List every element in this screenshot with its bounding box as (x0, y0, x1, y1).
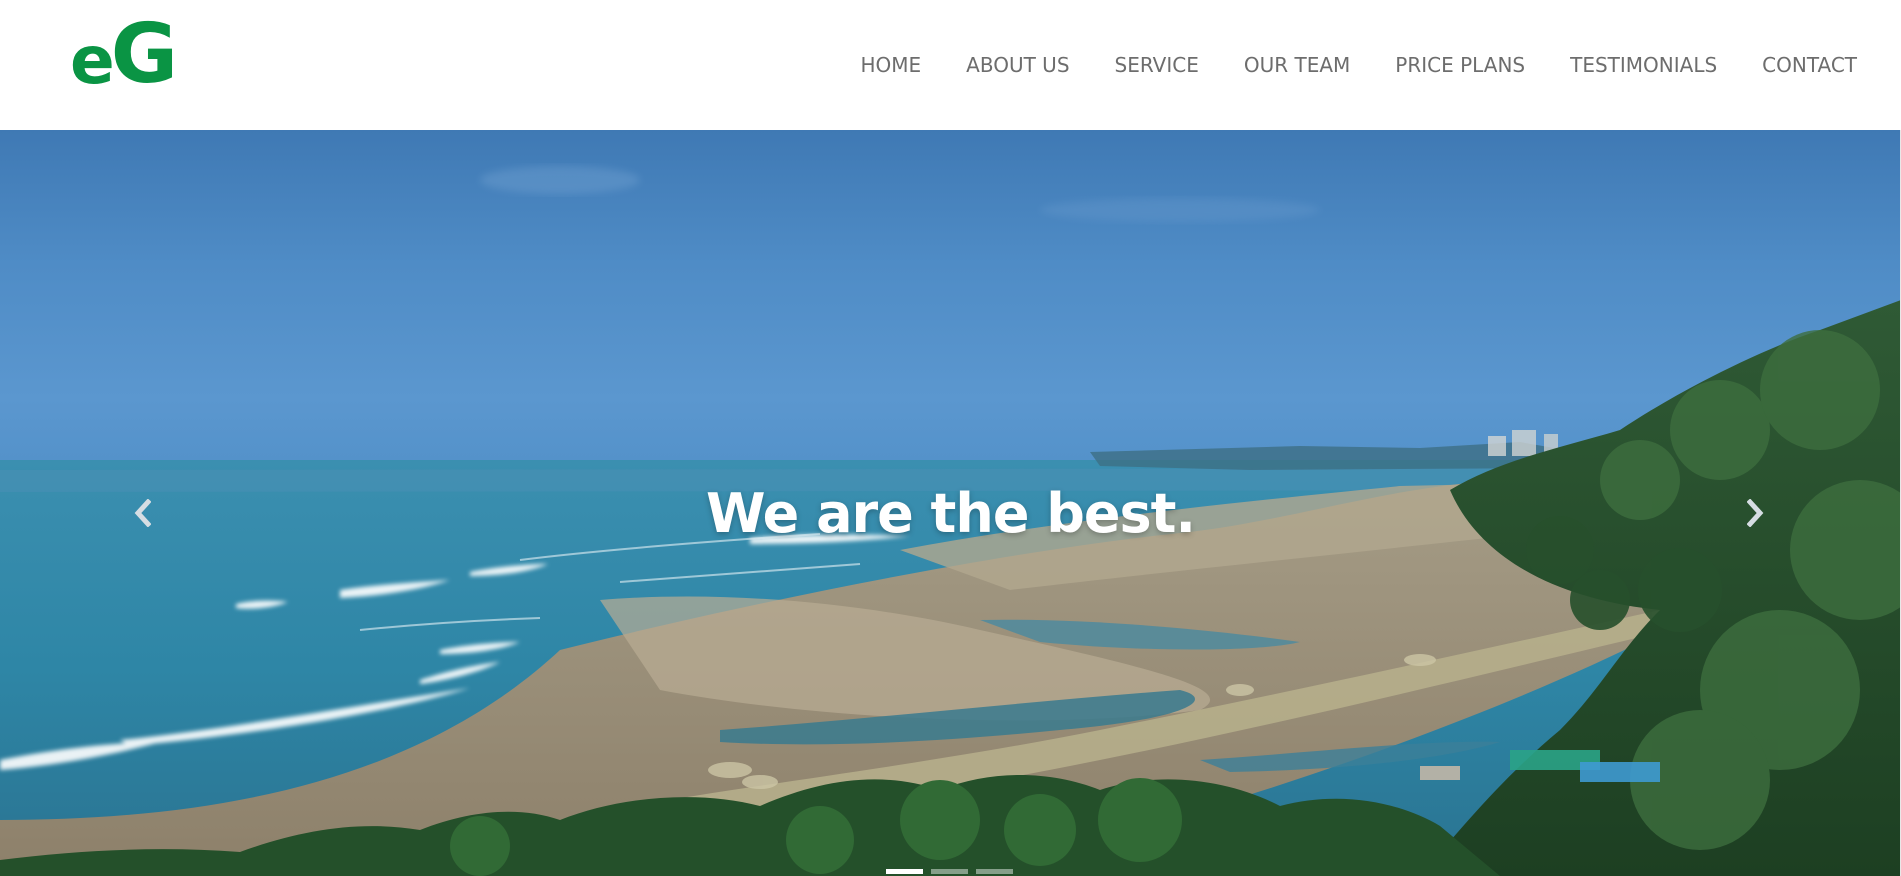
carousel-indicators (886, 869, 1013, 874)
carousel-prev-button[interactable] (122, 492, 162, 538)
carousel-indicator-2[interactable] (931, 869, 968, 874)
hero-carousel: We are the best. (0, 130, 1901, 876)
carousel-next-button[interactable] (1736, 492, 1776, 538)
logo-letter-g: G (110, 7, 178, 102)
chevron-left-icon (133, 497, 152, 532)
carousel-indicator-3[interactable] (976, 869, 1013, 874)
chevron-right-icon (1746, 497, 1765, 532)
nav-item-about-us[interactable]: ABOUT US (966, 53, 1069, 77)
nav-item-testimonials[interactable]: TESTIMONIALS (1570, 53, 1717, 77)
logo-letter-e: e (70, 22, 115, 99)
site-header: e G HOME ABOUT US SERVICE OUR TEAM PRICE… (0, 0, 1901, 130)
nav-item-price-plans[interactable]: PRICE PLANS (1395, 53, 1525, 77)
nav-item-home[interactable]: HOME (860, 53, 921, 77)
nav-item-contact[interactable]: CONTACT (1762, 53, 1857, 77)
site-logo[interactable]: e G (70, 14, 178, 99)
hero-caption: We are the best. (706, 482, 1196, 545)
main-nav: HOME ABOUT US SERVICE OUR TEAM PRICE PLA… (815, 0, 1857, 130)
carousel-indicator-1[interactable] (886, 869, 923, 874)
nav-item-our-team[interactable]: OUR TEAM (1244, 53, 1350, 77)
nav-item-service[interactable]: SERVICE (1115, 53, 1199, 77)
